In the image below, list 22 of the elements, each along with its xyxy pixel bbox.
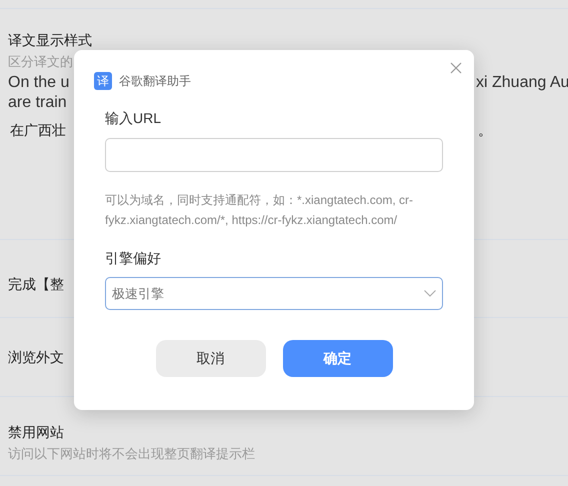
url-label: 输入URL	[105, 109, 162, 128]
example-text: xi Zhuang Au	[476, 73, 568, 93]
engine-select[interactable]: 极速引擎	[105, 277, 443, 310]
section-description: 区分译文的	[8, 53, 73, 71]
example-text: 在广西壮	[9, 121, 66, 140]
engine-label: 引擎偏好	[105, 249, 162, 268]
chevron-down-icon	[424, 290, 436, 297]
section-title: 浏览外文	[8, 348, 64, 367]
example-text: On the u	[8, 73, 70, 93]
example-text: 。	[477, 121, 493, 140]
url-input[interactable]	[105, 138, 443, 172]
example-text: are train	[8, 93, 67, 113]
cancel-button[interactable]: 取消	[156, 340, 266, 377]
app-logo: 译	[94, 72, 112, 90]
hint-text: 可以为域名，同时支持通配符，如：*.xiangtatech.com, cr-fykz.xiangtatech.com/*, https://cr-fykz.xiangtatech.com/	[105, 192, 414, 229]
dialog-title: 谷歌翻译助手	[119, 73, 191, 90]
close-icon[interactable]	[450, 62, 462, 74]
section-title: 完成【整	[8, 275, 64, 294]
confirm-button[interactable]: 确定	[282, 340, 392, 377]
section-title: 禁用网站	[8, 423, 64, 442]
section-description: 访问以下网站时将不会出现整页翻译提示栏	[8, 445, 255, 463]
section-title: 译文显示样式	[8, 31, 92, 50]
